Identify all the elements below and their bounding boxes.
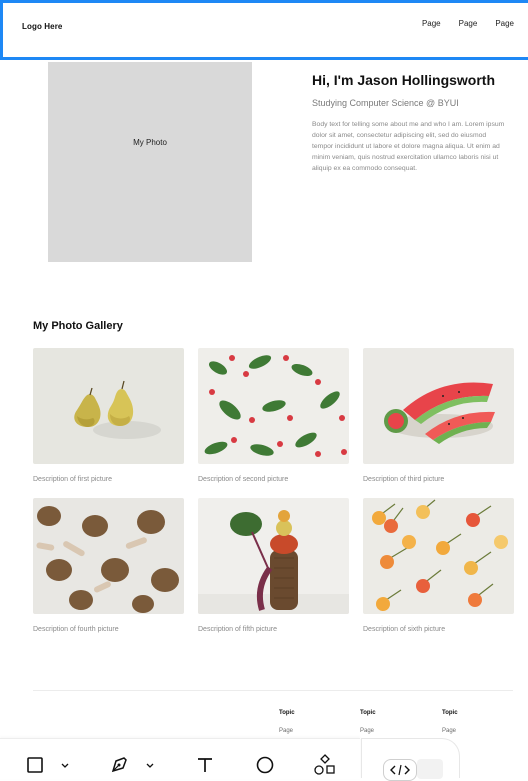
gallery-card-description: Description of fourth picture	[33, 626, 119, 633]
logo[interactable]: Logo Here	[22, 22, 62, 31]
dev-mode-panel	[361, 738, 460, 781]
pen-tool-dropdown[interactable]	[143, 752, 157, 778]
nav-link-page-1[interactable]: Page	[422, 19, 441, 28]
text-tool-button[interactable]	[192, 752, 218, 778]
footer-column-3: Topic Page	[442, 710, 458, 734]
hero-title: Hi, I'm Jason Hollingsworth	[312, 72, 496, 88]
nav-link-page-2[interactable]: Page	[459, 19, 478, 28]
ellipse-icon	[256, 756, 274, 774]
watermelon-image[interactable]	[363, 348, 514, 464]
radishes-image[interactable]	[198, 348, 349, 464]
pen-icon	[111, 757, 127, 773]
profile-photo-label: My Photo	[133, 138, 167, 147]
footer-link[interactable]: Page	[442, 728, 458, 734]
pears-illustration	[33, 348, 184, 464]
footer-topic: Topic	[279, 710, 295, 716]
footer-link[interactable]: Page	[360, 728, 376, 734]
vegetable-stack-illustration	[198, 498, 349, 614]
watermelon-illustration	[363, 348, 514, 464]
cherries-image[interactable]	[363, 498, 514, 614]
radishes-illustration	[198, 348, 349, 464]
rectangle-tool-dropdown[interactable]	[58, 752, 72, 778]
shapes-icon	[314, 754, 335, 775]
gallery-card-description: Description of third picture	[363, 476, 445, 483]
profile-photo-placeholder: My Photo	[48, 62, 252, 262]
footer-divider	[33, 690, 513, 691]
footer-topic: Topic	[360, 710, 376, 716]
gallery-card-description: Description of second picture	[198, 476, 289, 483]
gallery-card-description: Description of fifth picture	[198, 626, 277, 633]
cherries-illustration	[363, 498, 514, 614]
shapes-tool-button[interactable]	[312, 752, 338, 778]
nav-links: Page Page Page	[422, 19, 514, 28]
vegetable-stack-image[interactable]	[198, 498, 349, 614]
pen-tool-button[interactable]	[106, 752, 132, 778]
ellipse-tool-button[interactable]	[252, 752, 278, 778]
panel-tab[interactable]	[417, 759, 443, 779]
code-icon	[390, 764, 410, 776]
hero-body-text: Body text for telling some about me and …	[312, 121, 505, 172]
footer-column-1: Topic Page	[279, 710, 295, 734]
pears-image[interactable]	[33, 348, 184, 464]
chevron-down-icon	[61, 763, 69, 768]
mushrooms-image[interactable]	[33, 498, 184, 614]
rectangle-tool-button[interactable]	[22, 752, 48, 778]
chevron-down-icon	[146, 763, 154, 768]
mushrooms-illustration	[33, 498, 184, 614]
text-icon	[198, 758, 212, 772]
hero-subtitle: Studying Computer Science @ BYUI	[312, 98, 459, 108]
top-navigation-bar: Logo Here Page Page Page	[0, 0, 528, 60]
rectangle-icon	[27, 757, 43, 773]
page: Logo Here Page Page Page My Photo Hi, I'…	[0, 0, 528, 781]
footer-link[interactable]: Page	[279, 728, 295, 734]
gallery-card-description: Description of first picture	[33, 476, 112, 483]
footer-topic: Topic	[442, 710, 458, 716]
footer-column-2: Topic Page	[360, 710, 376, 734]
gallery-title: My Photo Gallery	[33, 320, 123, 332]
gallery-card-description: Description of sixth picture	[363, 626, 446, 633]
design-toolbar	[0, 738, 360, 779]
nav-link-page-3[interactable]: Page	[495, 19, 514, 28]
